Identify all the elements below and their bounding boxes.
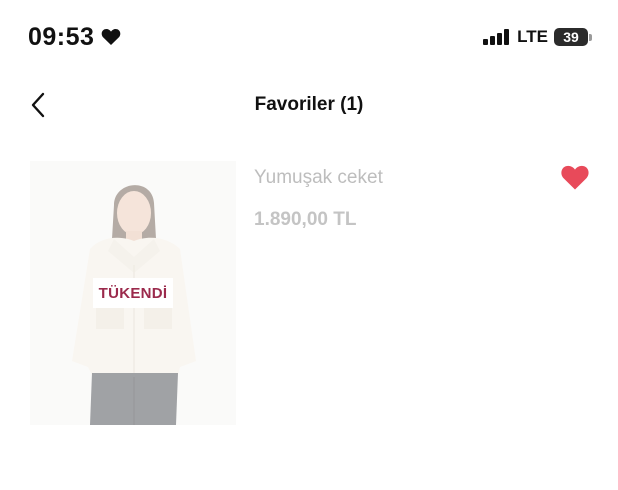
battery-level: 39 — [563, 29, 579, 45]
status-time-group: 09:53 — [28, 20, 121, 54]
page-title: Favoriler (1) — [254, 94, 364, 115]
network-label: LTE — [517, 27, 548, 46]
status-time: 09:53 — [28, 22, 95, 51]
heart-icon — [101, 28, 121, 46]
soldout-badge: TÜKENDİ — [93, 278, 173, 308]
signal-icon — [483, 29, 511, 45]
favorite-heart-button[interactable] — [558, 161, 592, 193]
product-name[interactable]: Yumuşak ceket — [254, 167, 383, 189]
product-price: 1.890,00 TL — [254, 209, 357, 230]
battery-icon: 39 — [554, 28, 588, 46]
nav-bar: Favoriler (1) — [0, 84, 618, 128]
status-bar: 09:53 LTE 39 — [0, 0, 618, 72]
product-image[interactable]: TÜKENDİ — [30, 161, 236, 425]
heart-filled-icon — [561, 165, 589, 189]
battery-cap — [589, 33, 592, 41]
favorite-item[interactable]: TÜKENDİ Yumuşak ceket 1.890,00 TL — [30, 161, 600, 425]
status-indicators: LTE 39 — [483, 22, 592, 52]
favorites-screen: 09:53 LTE 39 Favoriler (1) TÜKENDİ Yumuş… — [0, 0, 618, 490]
